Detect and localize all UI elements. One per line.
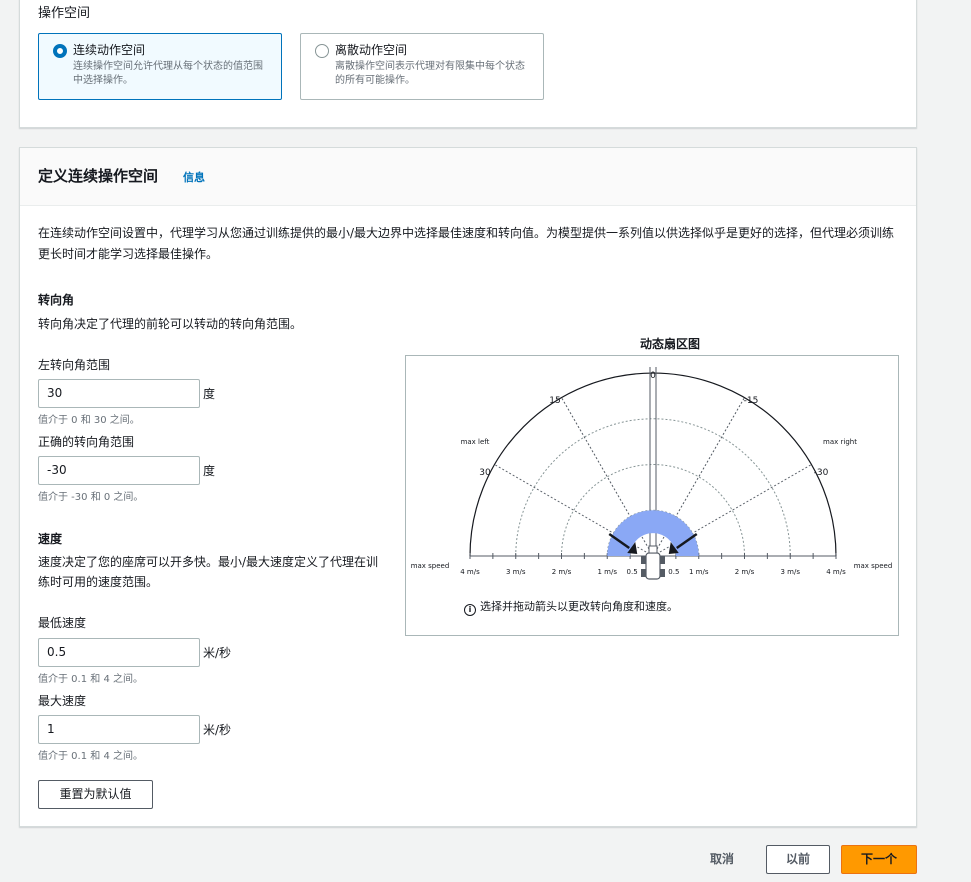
speed-tick-label: 3 m/s (780, 568, 800, 576)
next-button[interactable]: 下一个 (841, 845, 917, 874)
right-steering-hint: 值介于 -30 和 0 之间。 (38, 492, 144, 503)
steering-desc: 转向角决定了代理的前轮可以转动的转向角范围。 (38, 317, 303, 331)
left-steering-label: 左转向角范围 (38, 358, 111, 372)
sector-svg: 0 15 -15 30 -30 max left max right max speed max… (411, 367, 893, 580)
discrete-radio[interactable] (315, 44, 329, 58)
intro-text: 在连续动作空间设置中，代理学习从您通过训练提供的最小/最大边界中选择最佳速度和转… (38, 226, 895, 261)
speed-tick-label: 4 m/s (460, 568, 480, 576)
cancel-button[interactable]: 取消 (710, 850, 734, 867)
speed-tick-label: 4 m/s (826, 568, 846, 576)
panel-title: 定义连续操作空间 (38, 167, 159, 185)
speed-tick-label: 1 m/s (597, 568, 617, 576)
angle-label-0: 0 (650, 371, 656, 381)
min-speed-unit: 米/秒 (203, 646, 232, 660)
speed-tick-label: 3 m/s (506, 568, 526, 576)
info-link[interactable]: 信息 (183, 169, 205, 185)
speed-heading: 速度 (38, 532, 63, 546)
angle-label-15: 15 (549, 396, 560, 406)
panel-header: 定义连续操作空间 信息 (20, 148, 916, 206)
speed-desc: 速度决定了您的座席可以开多快。最小/最大速度定义了代理在训练时可用的速度范围。 (38, 555, 379, 589)
angle-label-minus30: -30 (814, 468, 829, 478)
speed-tick-label: 0.5 (627, 568, 638, 576)
discrete-desc: 离散操作空间表示代理对有限集中每个状态的所有可能操作。 (335, 61, 525, 86)
max-speed-right-label: max speed (854, 562, 893, 570)
info-icon: i (464, 604, 476, 616)
right-steering-input[interactable]: -30 (38, 456, 200, 485)
max-speed-hint: 值介于 0.1 和 4 之间。 (38, 751, 143, 762)
speed-tick-label: 2 m/s (552, 568, 572, 576)
speed-tick-label: 1 m/s (689, 568, 709, 576)
continuous-desc: 连续操作空间允许代理从每个状态的值范围中选择操作。 (73, 61, 263, 86)
angle-label-minus15: -15 (744, 396, 759, 406)
speed-tick-label: 2 m/s (735, 568, 755, 576)
speed-arc (515, 418, 791, 557)
min-speed-label: 最低速度 (38, 616, 87, 630)
left-steering-hint: 值介于 0 和 30 之间。 (38, 415, 140, 426)
min-speed-input[interactable]: 0.5 (38, 638, 200, 667)
right-steering-label: 正确的转向角范围 (38, 435, 135, 449)
left-steering-unit: 度 (203, 387, 216, 401)
chart-note-text: 选择并拖动箭头以更改转向角度和速度。 (480, 600, 678, 613)
max-left-label: max left (461, 438, 490, 446)
left-steering-input[interactable]: 30 (38, 379, 200, 408)
steering-heading: 转向角 (38, 293, 75, 307)
max-speed-unit: 米/秒 (203, 723, 232, 737)
speed-arc (561, 464, 745, 557)
discrete-title: 离散动作空间 (335, 43, 408, 57)
max-speed-left-label: max speed (411, 562, 450, 570)
sector-chart-title: 动态扇区图 (639, 337, 700, 351)
reset-defaults-button[interactable]: 重置为默认值 (38, 780, 153, 809)
action-space-panel: 操作空间 连续动作空间 连续操作空间允许代理从每个状态的值范围中选择操作。 离散… (19, 0, 917, 128)
max-speed-input[interactable]: 1 (38, 715, 200, 744)
speed-tick-label: 0.5 (668, 568, 679, 576)
angle-label-30: 30 (479, 468, 491, 478)
continuous-title: 连续动作空间 (73, 43, 146, 57)
chart-note: i 选择并拖动箭头以更改转向角度和速度。 (464, 598, 678, 616)
define-continuous-panel: 定义连续操作空间 信息 在连续动作空间设置中，代理学习从您通过训练提供的最小/最… (19, 147, 917, 827)
continuous-radio[interactable] (53, 44, 67, 58)
dynamic-sector-chart: 0 15 -15 30 -30 max left max right max speed max… (405, 355, 899, 636)
min-speed-hint: 值介于 0.1 和 4 之间。 (38, 674, 143, 685)
right-steering-unit: 度 (203, 464, 216, 478)
max-speed-label: 最大速度 (38, 694, 87, 708)
max-right-label: max right (823, 438, 857, 446)
previous-button[interactable]: 以前 (766, 845, 830, 874)
continuous-action-space-tile[interactable]: 连续动作空间 连续操作空间允许代理从每个状态的值范围中选择操作。 (38, 33, 282, 100)
action-space-label: 操作空间 (38, 6, 91, 21)
discrete-action-space-tile[interactable]: 离散动作空间 离散操作空间表示代理对有限集中每个状态的所有可能操作。 (300, 33, 544, 100)
